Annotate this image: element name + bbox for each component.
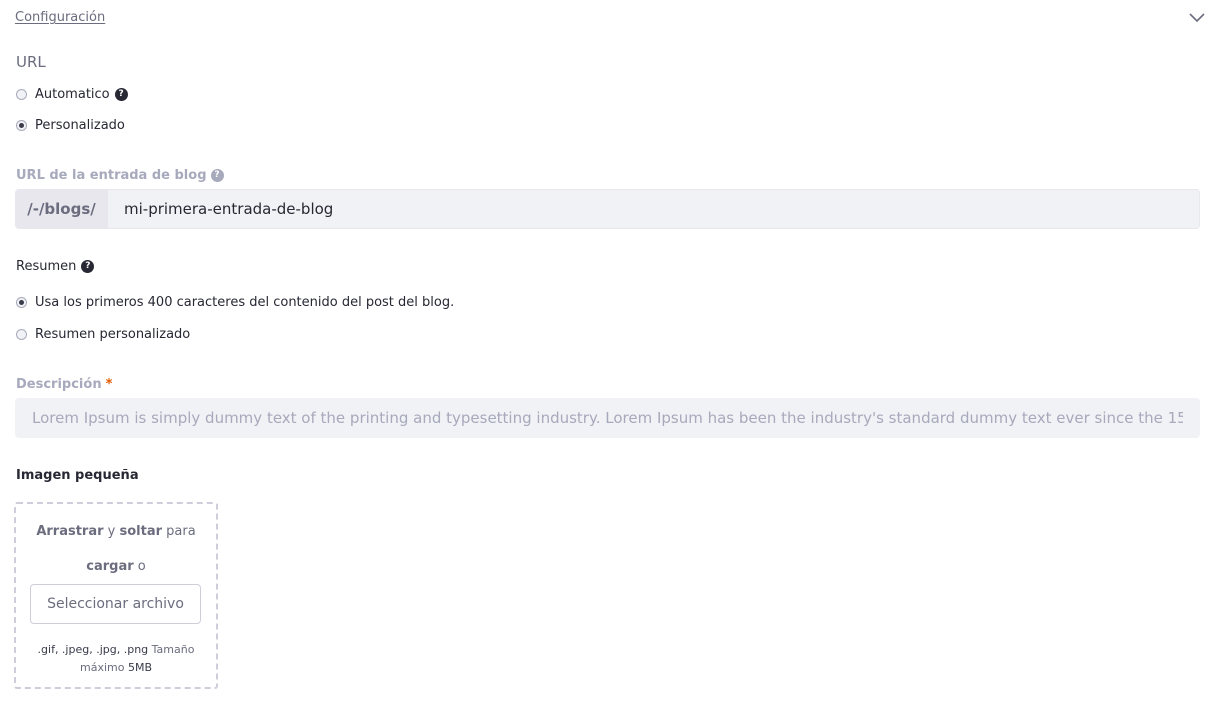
max-size-text: Tamaño — [148, 643, 195, 656]
radio-summary-custom[interactable]: Resumen personalizado — [16, 326, 190, 342]
dropzone-formats-line: .gif, .jpeg, .jpg, .png Tamaño — [16, 641, 216, 659]
to-text: para — [162, 524, 196, 539]
chevron-down-icon[interactable] — [1188, 11, 1206, 25]
blog-url-label: URL de la entrada de blog ? — [16, 167, 224, 183]
blog-url-prefix: /-/blogs/ — [16, 190, 108, 228]
radio-label-personalizado: Personalizado — [35, 117, 125, 133]
radio-circle-automatico[interactable] — [16, 88, 27, 100]
radio-url-personalizado[interactable]: Personalizado — [16, 117, 125, 133]
dropzone-instructions-line1: Arrastrar y soltar para — [16, 524, 216, 539]
radio-circle-personalizado[interactable] — [16, 119, 27, 131]
dropzone-max-line: máximo 5MB — [16, 659, 216, 677]
drop-text: soltar — [119, 524, 163, 539]
description-label-text: Descripción — [16, 376, 102, 392]
max-value-text: 5MB — [127, 661, 152, 674]
radio-label-custom: Resumen personalizado — [35, 326, 191, 342]
summary-label-text: Resumen — [16, 258, 77, 274]
description-label: Descripción * — [16, 376, 112, 392]
radio-circle-custom[interactable] — [16, 328, 27, 340]
small-image-label: Imagen pequeña — [16, 467, 139, 483]
description-input[interactable] — [15, 398, 1200, 438]
formats-text: .gif, .jpeg, .jpg, .png — [37, 643, 149, 656]
required-asterisk: * — [105, 376, 113, 392]
radio-summary-first-400[interactable]: Usa los primeros 400 caracteres del cont… — [16, 294, 454, 310]
help-icon[interactable]: ? — [210, 168, 224, 182]
blog-url-input[interactable] — [108, 190, 1199, 228]
radio-label-automatico: Automatico — [35, 86, 110, 102]
radio-url-automatico[interactable]: Automatico ? — [16, 86, 128, 102]
blog-url-input-group: /-/blogs/ — [15, 189, 1200, 229]
help-icon[interactable]: ? — [81, 259, 95, 273]
dropzone-instructions-line2: cargar o — [16, 559, 216, 574]
url-heading: URL — [16, 53, 46, 71]
drag-text: Arrastrar — [36, 524, 104, 539]
blog-url-label-text: URL de la entrada de blog — [16, 167, 207, 183]
select-file-button[interactable]: Seleccionar archivo — [30, 584, 201, 624]
help-icon[interactable]: ? — [114, 87, 128, 101]
max-label-text: máximo — [79, 661, 128, 674]
section-title-configuracion[interactable]: Configuración — [15, 10, 105, 25]
upload-text: cargar — [86, 559, 134, 574]
and-text: y — [103, 524, 120, 539]
radio-label-first-400: Usa los primeros 400 caracteres del cont… — [35, 294, 455, 310]
summary-label: Resumen ? — [16, 258, 95, 274]
radio-circle-first-400[interactable] — [16, 296, 27, 308]
or-text: o — [133, 559, 146, 574]
image-dropzone[interactable]: Arrastrar y soltar para cargar o Selecci… — [14, 502, 218, 689]
